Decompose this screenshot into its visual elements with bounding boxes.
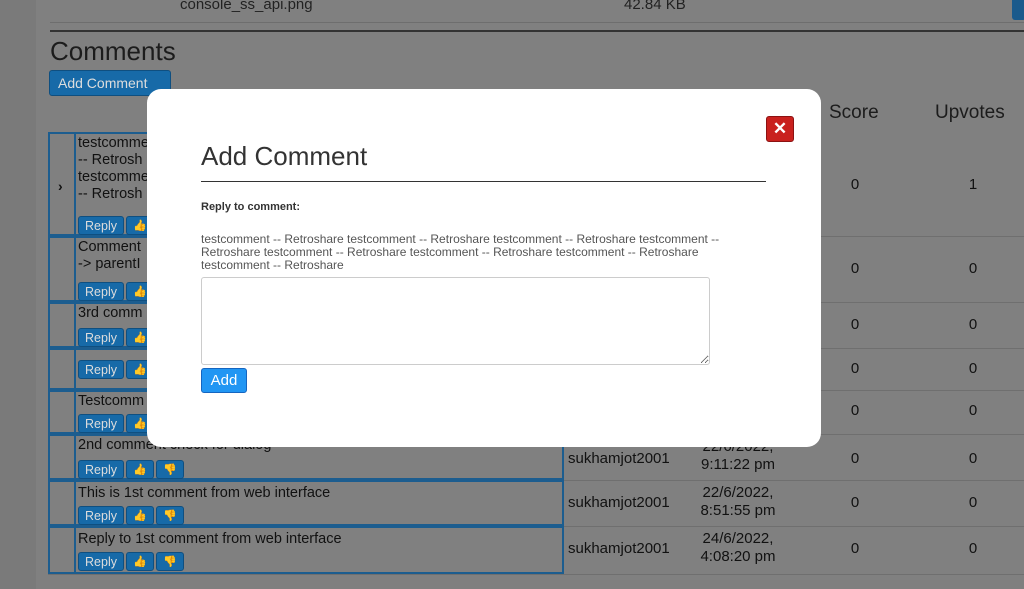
expand-cell: [48, 434, 74, 480]
add-comment-modal: ✕ Add Comment Reply to comment: testcomm…: [147, 89, 821, 447]
modal-divider: [201, 181, 766, 182]
thumbs-down-icon: 👎: [163, 510, 177, 522]
attachment-row: console_ss_api.png 42.84 KB: [50, 0, 1024, 23]
thumbs-up-icon: 👍: [133, 332, 147, 344]
section-divider: [50, 30, 1024, 32]
upvotes-column-header: Upvotes: [935, 102, 1005, 123]
reply-to-text: testcomment -- Retroshare testcomment --…: [201, 232, 720, 272]
upvote-button[interactable]: 👍: [126, 506, 154, 525]
thumbs-up-icon: 👍: [133, 464, 147, 476]
comment-score: 0: [850, 176, 860, 193]
expand-cell: [48, 526, 74, 574]
comment-upvotes: 1: [968, 176, 978, 193]
reply-button[interactable]: Reply: [78, 328, 124, 347]
attachment-size: 42.84 KB: [624, 0, 686, 13]
comment-cell: This is 1st comment from web interface R…: [74, 480, 564, 526]
reply-button[interactable]: Reply: [78, 216, 124, 235]
table-row: Reply to 1st comment from web interface …: [48, 526, 1024, 575]
thumbs-down-icon: 👎: [163, 464, 177, 476]
comment-score: 0: [850, 494, 860, 511]
reply-button[interactable]: Reply: [78, 506, 124, 525]
comment-author: sukhamjot2001: [568, 540, 670, 557]
comment-text: Reply to 1st comment from web interface: [78, 531, 342, 547]
reply-button[interactable]: Reply: [78, 282, 124, 301]
reply-button[interactable]: Reply: [78, 414, 124, 433]
comment-date: 24/6/2022, 4:08:20 pm: [700, 530, 776, 565]
comment-text: This is 1st comment from web interface: [78, 485, 331, 501]
thumbs-down-icon: 👎: [163, 556, 177, 568]
expand-cell: [48, 302, 74, 348]
comment-score: 0: [850, 450, 860, 467]
comment-text: Testcomm: [78, 393, 145, 409]
upvote-button[interactable]: 👍: [126, 460, 154, 479]
comments-heading: Comments: [50, 36, 176, 66]
expand-cell: ›: [48, 132, 74, 236]
attachment-download-button[interactable]: [1012, 0, 1024, 20]
comment-upvotes: 0: [968, 316, 978, 333]
comment-actions: Reply 👍: [78, 414, 154, 433]
attachment-name[interactable]: console_ss_api.png: [180, 0, 313, 13]
comment-author: sukhamjot2001: [568, 494, 670, 511]
comment-upvotes: 0: [968, 402, 978, 419]
thumbs-up-icon: 👍: [133, 556, 147, 568]
downvote-button[interactable]: 👎: [156, 506, 184, 525]
comment-actions: Reply 👍: [78, 282, 154, 301]
comment-textarea[interactable]: [201, 277, 710, 365]
comment-cell: Reply to 1st comment from web interface …: [74, 526, 564, 574]
chevron-right-icon[interactable]: ›: [58, 178, 63, 194]
comment-score: 0: [850, 360, 860, 377]
comment-actions: Reply 👍 👎: [78, 552, 184, 571]
comment-actions: Reply 👍: [78, 216, 154, 235]
comment-actions: Reply 👍 👎: [78, 506, 184, 525]
comment-actions: Reply 👍: [78, 360, 154, 379]
comment-date: 22/6/2022, 8:51:55 pm: [700, 484, 776, 519]
comment-upvotes: 0: [968, 260, 978, 277]
thumbs-up-icon: 👍: [133, 510, 147, 522]
thumbs-up-icon: 👍: [133, 418, 147, 430]
reply-button[interactable]: Reply: [78, 360, 124, 379]
comment-actions: Reply 👍: [78, 328, 154, 347]
thumbs-up-icon: 👍: [133, 286, 147, 298]
expand-cell: [48, 236, 74, 302]
modal-title: Add Comment: [201, 141, 368, 171]
expand-cell: [48, 480, 74, 526]
close-icon: ✕: [772, 119, 788, 138]
comment-score: 0: [850, 260, 860, 277]
comment-author: sukhamjot2001: [568, 450, 670, 467]
comment-score: 0: [850, 540, 860, 557]
expand-cell: [48, 348, 74, 390]
comment-upvotes: 0: [968, 540, 978, 557]
comment-upvotes: 0: [968, 360, 978, 377]
upvote-button[interactable]: 👍: [126, 552, 154, 571]
comment-upvotes: 0: [968, 450, 978, 467]
comment-text: testcomme -- Retrosh testcomme -- Retros…: [78, 135, 149, 202]
reply-button[interactable]: Reply: [78, 460, 124, 479]
comment-actions: Reply 👍 👎: [78, 460, 184, 479]
score-column-header: Score: [829, 102, 879, 123]
comment-upvotes: 0: [968, 494, 978, 511]
reply-button[interactable]: Reply: [78, 552, 124, 571]
downvote-button[interactable]: 👎: [156, 552, 184, 571]
comment-score: 0: [850, 402, 860, 419]
thumbs-up-icon: 👍: [133, 364, 147, 376]
comment-text: Comment -> parentI: [78, 239, 141, 272]
downvote-button[interactable]: 👎: [156, 460, 184, 479]
close-button[interactable]: ✕: [766, 116, 794, 142]
expand-cell: [48, 390, 74, 434]
left-gutter: [0, 0, 36, 589]
add-button[interactable]: Add: [201, 368, 247, 393]
table-row: This is 1st comment from web interface R…: [48, 480, 1024, 527]
thumbs-up-icon: 👍: [133, 220, 147, 232]
comment-score: 0: [850, 316, 860, 333]
comment-text: 3rd comm: [78, 305, 143, 321]
reply-to-label: Reply to comment:: [201, 201, 301, 213]
